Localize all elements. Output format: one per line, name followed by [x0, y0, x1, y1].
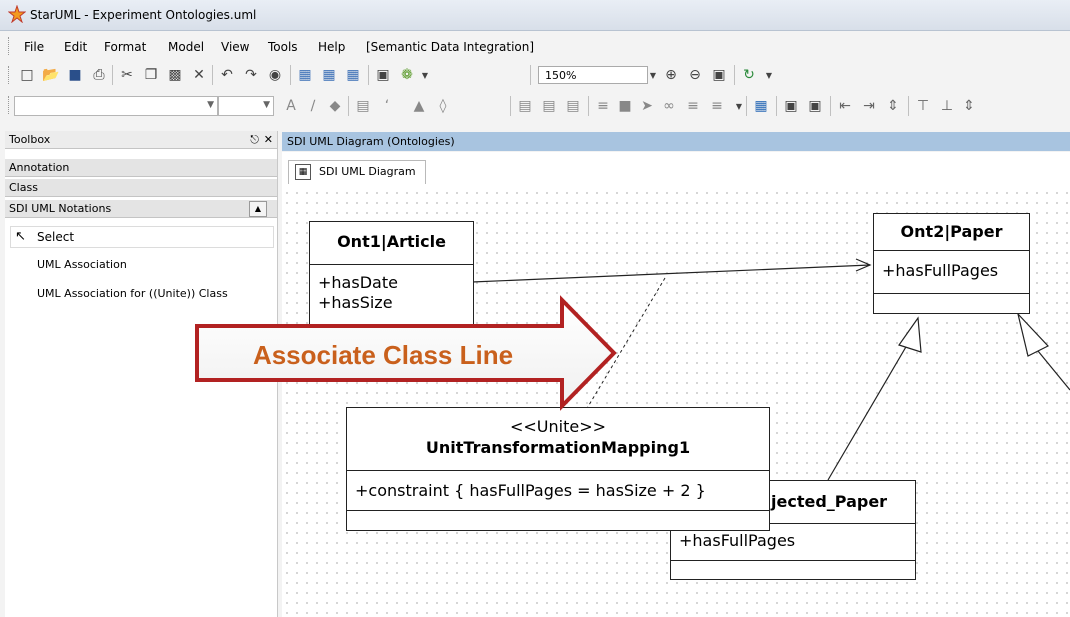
callout-label: Associate Class Line	[252, 340, 514, 370]
callout-arrow	[195, 295, 617, 411]
